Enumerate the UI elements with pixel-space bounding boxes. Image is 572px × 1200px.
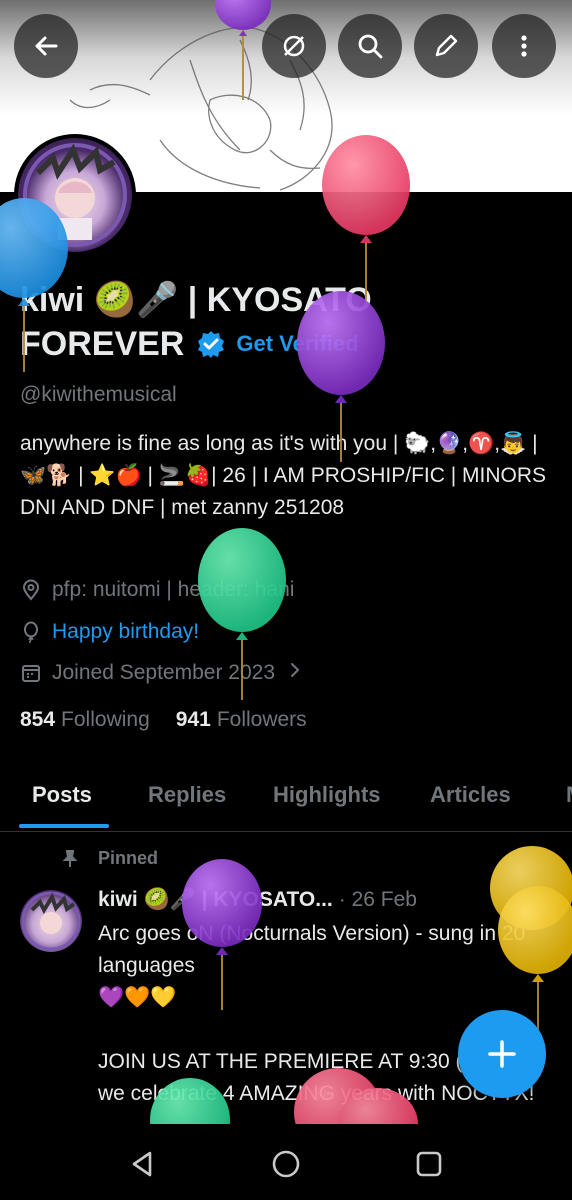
get-verified-link[interactable]: Get Verified — [236, 322, 358, 366]
profile-location: pfp: nuitomi | header: hani — [20, 578, 294, 602]
avatar-art — [23, 143, 127, 247]
post-header: kiwi 🥝🎤 | KYOSATO... · 26 Feb — [98, 888, 417, 912]
nav-home-button[interactable] — [266, 1144, 306, 1184]
post-time: · 26 Feb — [338, 888, 417, 911]
android-nav-bar — [0, 1124, 572, 1200]
followers-label: Followers — [216, 708, 307, 731]
nav-recents-button[interactable] — [409, 1144, 449, 1184]
joined-text: Joined September 2023 — [52, 661, 275, 684]
tab-highlights[interactable]: Highlights — [273, 782, 381, 808]
nav-back-button[interactable] — [122, 1144, 162, 1184]
profile-joined[interactable]: Joined September 2023 — [20, 661, 301, 685]
hide-button[interactable] — [262, 14, 326, 78]
tab-posts[interactable]: Posts — [32, 782, 92, 808]
pinned-text: Pinned — [98, 848, 159, 868]
back-button[interactable] — [14, 14, 78, 78]
birthday-link[interactable]: Happy birthday! — [52, 620, 199, 644]
post-author-name[interactable]: kiwi 🥝🎤 | KYOSATO... — [98, 888, 333, 912]
post-avatar-art — [21, 891, 81, 951]
post-author-avatar[interactable] — [20, 890, 82, 952]
tab-articles[interactable]: Articles — [430, 782, 511, 808]
location-pin-icon — [20, 579, 42, 601]
tab-media[interactable]: M — [566, 782, 572, 808]
pin-icon — [60, 849, 80, 869]
compose-fab[interactable] — [458, 1010, 546, 1098]
more-button[interactable] — [492, 14, 556, 78]
calendar-icon — [20, 662, 42, 684]
verified-badge-icon — [196, 329, 226, 359]
followers-stat[interactable]: 941 Followers — [176, 708, 307, 732]
profile-name-line1: kiwi 🥝🎤 | KYOSATO — [20, 281, 372, 319]
profile-name: kiwi 🥝🎤 | KYOSATO FOREVER Get Verified — [20, 278, 560, 366]
search-icon — [358, 34, 383, 59]
more-vertical-icon — [521, 35, 527, 57]
location-text: pfp: nuitomi | header: hani — [52, 578, 295, 601]
profile-handle: @kiwithemusical — [20, 383, 177, 406]
following-stat[interactable]: 854 Following — [20, 708, 150, 732]
search-button[interactable] — [338, 14, 402, 78]
hide-icon — [283, 35, 305, 57]
edit-button[interactable] — [414, 14, 478, 78]
following-count: 854 — [20, 708, 56, 731]
profile-bio: anywhere is fine as long as it's with yo… — [20, 432, 547, 519]
recents-square-icon — [416, 1151, 442, 1177]
profile-tabs: Posts Replies Highlights Articles M — [0, 762, 572, 832]
pinned-label: Pinned — [60, 848, 158, 869]
plus-icon — [488, 1040, 516, 1068]
followers-count: 941 — [175, 708, 211, 731]
profile-birthday: Happy birthday! — [20, 620, 199, 644]
profile-name-line2: FOREVER — [20, 325, 185, 363]
following-label: Following — [61, 708, 150, 731]
tab-replies[interactable]: Replies — [148, 782, 226, 808]
arrow-left-icon — [35, 36, 58, 56]
profile-avatar[interactable] — [14, 134, 136, 256]
edit-icon — [435, 34, 458, 57]
profile-stats: 854 Following 941 Followers — [20, 708, 333, 732]
balloon-icon — [20, 621, 42, 643]
tab-active-indicator — [19, 824, 109, 828]
chevron-right-icon — [289, 661, 301, 685]
home-circle-icon — [272, 1150, 300, 1178]
back-triangle-icon — [132, 1151, 152, 1177]
